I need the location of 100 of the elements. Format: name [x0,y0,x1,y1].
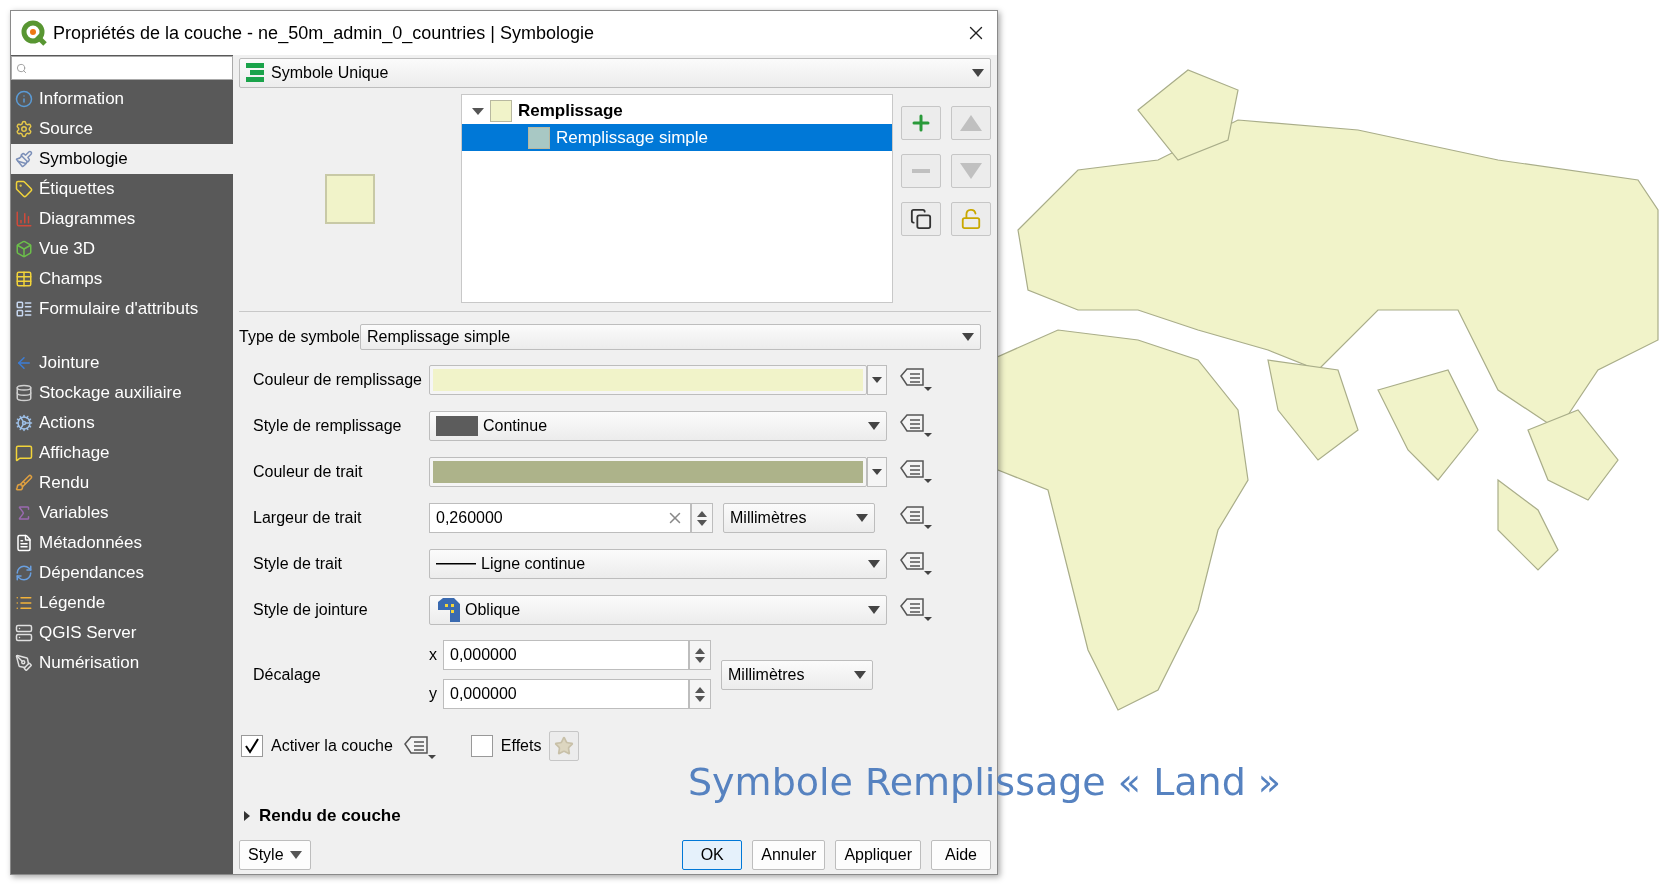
number-field[interactable]: 0,000000 [443,640,689,670]
dropdown-button[interactable] [867,365,887,395]
refresh-icon [15,564,33,582]
search-field[interactable] [11,56,233,80]
caret-icon [872,469,882,475]
bevel-join-icon [436,598,460,622]
copy-icon [910,208,932,230]
dropdown-value: Ligne continue [481,555,586,573]
checkbox-label: Activer la couche [271,737,393,755]
spin-buttons[interactable] [689,640,711,670]
dropdown-value: Continue [483,417,548,435]
dropdown-value: Oblique [465,601,521,619]
field-label: Largeur de trait [253,509,363,527]
form-icon [15,300,33,318]
caret-icon [872,377,882,383]
number-field[interactable]: 0,000000 [443,679,689,709]
checkbox-label: Effets [500,737,542,755]
sidebar-item[interactable]: Source [11,114,233,144]
dialog-button[interactable]: Annuler [752,840,826,870]
unit-dropdown[interactable]: Millimètres [721,659,873,690]
style-button[interactable]: Style [239,840,311,870]
sidebar-item[interactable]: Affichage [11,438,233,468]
info-icon [15,90,33,108]
cube-icon [15,240,33,258]
fill-swatch-icon [436,416,478,436]
dialog-button[interactable]: Aide [931,840,991,870]
sidebar-item[interactable]: Légende [11,588,233,618]
sidebar-item[interactable]: Métadonnées [11,528,233,558]
dropdown-button[interactable] [867,457,887,487]
line-style-dropdown[interactable]: Ligne continue [429,549,887,579]
join-style-dropdown[interactable]: Oblique [429,595,887,625]
number-field[interactable]: 0,260000 [429,503,691,533]
spin-buttons[interactable] [691,503,713,533]
paintbrush-icon [15,150,33,168]
sidebar-item[interactable]: Champs [11,264,233,294]
server-icon [15,624,33,642]
solid-line-icon [436,562,476,566]
speech-bubble-icon [15,444,33,462]
caret-icon [856,514,868,522]
minus-icon [912,169,930,173]
field-label: Couleur de trait [253,463,364,481]
axis-label: x [429,646,437,664]
dialog-button[interactable]: OK [682,840,743,870]
gear-icon [15,120,33,138]
logo-icon [21,20,47,46]
unit-dropdown[interactable]: Millimètres [723,503,875,533]
pen-icon [15,654,33,672]
axis-label: y [429,685,437,703]
sidebar-item[interactable]: QGIS Server [11,618,233,648]
caret-icon [972,69,984,77]
fill-style-dropdown[interactable]: Continue [429,411,887,441]
field-label: Type de symbole [239,328,360,346]
sidebar-item[interactable]: Numérisation [11,648,233,678]
field-label: Style de jointure [253,601,369,619]
gear-icon [15,414,33,432]
tool-button[interactable] [901,202,941,236]
sidebar-item[interactable]: Actions [11,408,233,438]
bar-chart-icon [15,210,33,228]
caret-icon [868,560,880,568]
sidebar-item[interactable]: Vue 3D [11,234,233,264]
document-icon [15,534,33,552]
tag-icon [15,180,33,198]
renderer-dropdown[interactable]: Symbole Unique [239,58,991,88]
sidebar-item[interactable]: Information [11,84,233,114]
caret-icon [868,422,880,430]
section-title: Rendu de couche [259,806,401,826]
sidebar-item[interactable]: Dépendances [11,558,233,588]
checkbox[interactable] [241,735,263,757]
down-triangle-icon [960,163,982,179]
brush-icon [15,474,33,492]
tree-item[interactable]: Remplissage [461,97,892,124]
field-label: Style de remplissage [253,417,403,435]
star-icon [554,736,575,756]
sidebar-item[interactable]: Formulaire d'attributs [11,294,233,324]
symbol-type-dropdown[interactable]: Remplissage simple [359,324,981,350]
caret-icon [854,670,866,679]
up-triangle-icon [960,115,982,131]
checkbox[interactable] [470,735,493,757]
search-icon [16,62,27,74]
sidebar-item[interactable]: Rendu [11,468,233,498]
sidebar-item[interactable]: Variables [11,498,233,528]
dialog-button[interactable]: Appliquer [835,840,921,870]
caret-icon [289,851,302,859]
sidebar-item[interactable]: Symbologie [11,144,233,174]
sidebar-item[interactable]: Jointure [11,348,233,378]
sidebar-item[interactable]: Diagrammes [11,204,233,234]
caret-icon [868,606,880,614]
window-title: Propriétés de la couche - ne_50m_admin_0_countries | Symbologie [53,22,595,44]
sidebar-item[interactable]: Stockage auxiliaire [11,378,233,408]
caret-icon [962,333,974,341]
list-icon [15,594,33,612]
padlock-icon [960,208,982,230]
field-label: Style de trait [253,555,343,573]
checkmark-icon [244,738,260,754]
tree-item[interactable]: Remplissage simple [461,124,892,151]
spin-buttons[interactable] [689,679,711,709]
sidebar-item[interactable]: Étiquettes [11,174,233,204]
table-icon [15,270,33,288]
database-icon [15,384,33,402]
stacked-bars-icon [246,62,266,84]
